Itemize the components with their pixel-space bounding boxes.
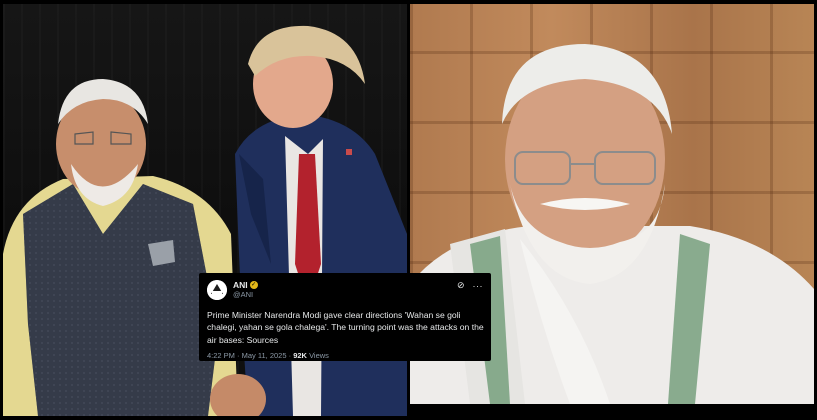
tweet-text: Prime Minister Narendra Modi gave clear … [207,310,484,345]
meta-separator: · [237,351,240,361]
tweet-date[interactable]: May 11, 2025 [242,351,287,360]
tweet-actions: ⊘ ··· [457,280,483,291]
ani-logo-icon [207,280,227,300]
grok-icon[interactable]: ⊘ [457,280,465,291]
tweet-card: ANI ✓ @ANI ⊘ ··· Prime Minister Narendra… [199,273,491,361]
author-handle[interactable]: @ANI [233,290,258,300]
views-count: 92K [293,351,307,361]
verified-badge-icon: ✓ [249,281,258,289]
ani-avatar[interactable] [207,280,227,300]
tweet-meta: 4:22 PM · May 11, 2025 · 92K Views [207,351,483,360]
collage-frame: ANI ✓ @ANI ⊘ ··· Prime Minister Narendra… [0,0,817,420]
author-name[interactable]: ANI [233,280,248,290]
tweet-header: ANI ✓ @ANI ⊘ ··· [207,280,483,304]
more-options-icon[interactable]: ··· [473,281,484,291]
views-label: Views [309,351,329,361]
tweet-time[interactable]: 4:22 PM [207,351,235,360]
tweet-author: ANI ✓ @ANI [233,280,258,300]
meta-separator: · [288,351,292,361]
